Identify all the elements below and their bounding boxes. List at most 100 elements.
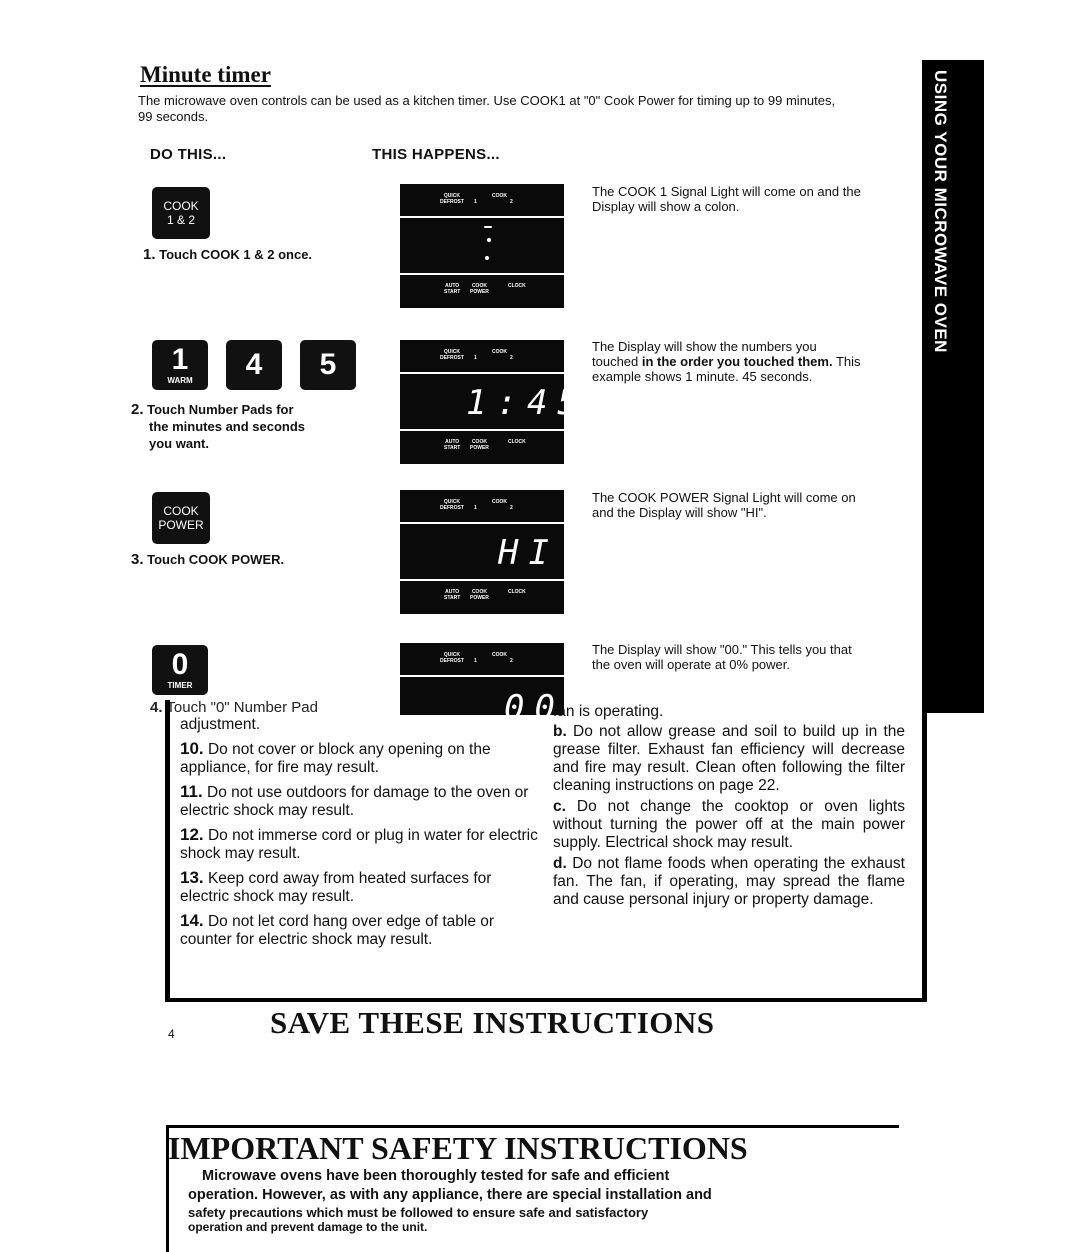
desc-emphasis: in the order you touched them. [641, 354, 833, 369]
safety-item-10: 10. Do not cover or block any opening on… [180, 740, 540, 777]
safety-item-12: 12. Do not immerse cord or plug in water… [180, 826, 540, 863]
label-defrost: DEFROST [440, 505, 464, 511]
label-start: START [444, 289, 461, 295]
step-number: 2. [131, 401, 144, 418]
number-pad-1: 1 WARM [152, 340, 208, 390]
label-power: POWER [470, 445, 489, 451]
intro-line-2: operation. However, as with any applianc… [188, 1187, 712, 1203]
step-1-description: The COOK 1 Signal Light will come on and… [592, 184, 861, 214]
label-clock: CLOCK [508, 283, 526, 289]
label-cook: COOK [492, 652, 507, 658]
cook-1-2-pad: COOK 1 & 2 [152, 187, 210, 239]
label-cook: COOK [492, 349, 507, 355]
item-letter: c. [553, 798, 566, 815]
safety-item-b: b. Do not allow grease and soil to build… [553, 723, 905, 795]
step-number: 4. [150, 699, 163, 716]
cook-power-pad: COOK POWER [152, 492, 210, 544]
label-power: POWER [470, 289, 489, 295]
item-text: Keep cord away from heated surfaces for … [180, 870, 492, 905]
step-1-instruction: 1. Touch COOK 1 & 2 once. [143, 246, 312, 263]
item-text: Do not let cord hang over edge of table … [180, 913, 495, 948]
item-number: 12. [180, 825, 204, 844]
oven-display-step-3: QUICK DEFROST COOK 1 2 HI AUTO START COOK P… [400, 490, 564, 614]
label-cook: COOK [492, 193, 507, 199]
safety-left-column: adjustment. 10. Do not cover or block an… [180, 716, 540, 955]
label-cook: COOK [492, 499, 507, 505]
intro-line-1: Microwave ovens have been thoroughly tes… [202, 1168, 670, 1184]
step-2-description: The Display will show the numbers you to… [592, 339, 862, 384]
label-start: START [444, 445, 461, 451]
item-number: 13. [180, 868, 204, 887]
number-pad-5: 5 [300, 340, 356, 390]
label-cook-2: 2 [510, 505, 513, 511]
step-text-line-2: the minutes and seconds [149, 419, 306, 434]
pad-line-1: COOK [163, 199, 199, 213]
item-text: Do not allow grease and soil to build up… [553, 723, 905, 794]
colon-dot-top [487, 238, 491, 242]
step-4-description: The Display will show "00." This tells y… [592, 642, 852, 672]
step-text-line-1: Touch Number Pads for [147, 402, 294, 417]
item-text: Do not immerse cord or plug in water for… [180, 827, 538, 862]
oven-display-step-2: QUICK DEFROST COOK 1 2 1:45 AUTO START COO… [400, 340, 578, 464]
display-readout: 1:45 [466, 383, 588, 423]
display-readout: HI [498, 533, 559, 573]
safety-item-11: 11. Do not use outdoors for damage to th… [180, 783, 540, 820]
step-number: 3. [131, 551, 144, 568]
label-cook-1: 1 [474, 505, 477, 511]
number-pad-0-timer: 0 TIMER [152, 645, 208, 695]
item-number: 10. [180, 739, 204, 758]
item-number: 11. [180, 782, 203, 801]
label-cook-2: 2 [510, 199, 513, 205]
item-letter: d. [553, 855, 567, 872]
pad-sub-label: WARM [167, 376, 193, 385]
item-text: Do not change the cooktop or oven lights… [553, 798, 905, 851]
pad-digit: 1 [171, 343, 189, 376]
label-defrost: DEFROST [440, 199, 464, 205]
section-sidebar-tab: USING YOUR MICROWAVE OVEN [922, 60, 984, 713]
safety-item-13: 13. Keep cord away from heated surfaces … [180, 869, 540, 906]
save-instructions-heading: SAVE THESE INSTRUCTIONS [270, 1005, 715, 1040]
pad-line-2: POWER [158, 518, 204, 532]
this-happens-header: THIS HAPPENS... [372, 146, 500, 163]
step-text: Touch COOK POWER. [147, 552, 285, 567]
page-number: 4 [168, 1027, 175, 1041]
important-safety-text: Microwave ovens have been thoroughly tes… [188, 1167, 888, 1235]
label-clock: CLOCK [508, 439, 526, 445]
label-cook-1: 1 [474, 355, 477, 361]
safety-item-14: 14. Do not let cord hang over edge of ta… [180, 912, 540, 949]
item-letter: b. [553, 723, 567, 740]
label-cook-2: 2 [510, 658, 513, 664]
step-number: 1. [143, 246, 156, 263]
label-power: POWER [470, 595, 489, 601]
item-number: 14. [180, 911, 204, 930]
label-cook-2: 2 [510, 355, 513, 361]
step-2-instruction: 2. Touch Number Pads for the minutes and… [131, 401, 305, 452]
label-cook-1: 1 [474, 199, 477, 205]
section-title: Minute timer [140, 62, 271, 87]
label-defrost: DEFROST [440, 355, 464, 361]
pad-line-2: 1 & 2 [166, 213, 196, 227]
item-text: Do not flame foods when operating the ex… [553, 855, 905, 908]
signal-indicator [484, 226, 492, 228]
important-safety-heading: IMPORTANT SAFETY INSTRUCTIONS [168, 1130, 748, 1166]
carry-over-text: fan is operating. [553, 703, 664, 720]
pad-digit: 0 [171, 648, 189, 681]
pad-sub-label: TIMER [167, 681, 193, 690]
carry-over-text: adjustment. [180, 716, 261, 733]
safety-item-c: c. Do not change the cooktop or oven lig… [553, 798, 905, 852]
step-text: Touch COOK 1 & 2 once. [159, 247, 313, 262]
pad-digit: 4 [245, 348, 263, 381]
step-3-instruction: 3. Touch COOK POWER. [131, 551, 284, 568]
item-text: Do not use outdoors for damage to the ov… [180, 784, 529, 819]
pad-line-1: COOK [163, 504, 199, 518]
safety-item-d: d. Do not flame foods when operating the… [553, 855, 905, 909]
step-3-description: The COOK POWER Signal Light will come on… [592, 490, 856, 520]
item-text: Do not cover or block any opening on the… [180, 741, 491, 776]
label-cook-1: 1 [474, 658, 477, 664]
intro-line-3: safety precautions which must be followe… [188, 1205, 649, 1220]
label-start: START [444, 595, 461, 601]
number-pad-4: 4 [226, 340, 282, 390]
do-this-header: DO THIS... [150, 146, 227, 163]
sidebar-label: USING YOUR MICROWAVE OVEN [931, 70, 950, 353]
intro-line-4: operation and prevent damage to the unit… [188, 1220, 428, 1234]
